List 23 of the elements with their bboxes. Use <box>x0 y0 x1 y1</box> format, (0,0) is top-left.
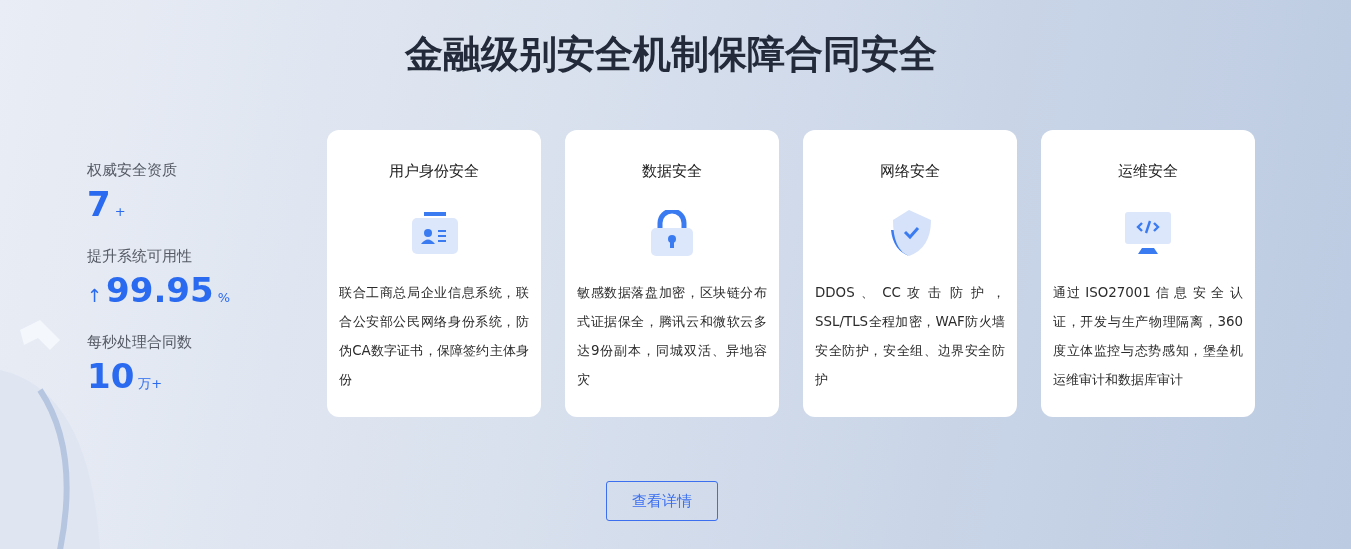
stat-value: 7 <box>87 184 111 224</box>
code-monitor-icon <box>1124 212 1172 254</box>
card-title: 数据安全 <box>641 161 703 182</box>
card-title: 网络安全 <box>879 161 941 182</box>
stat-label: 提升系统可用性 <box>87 246 193 266</box>
stat-unit: + <box>114 204 126 219</box>
card-description: 通过 ISO27001 信 息 安 全 认证，开发与生产物理隔离，360度立体监控与态势感知，堡垒机运维审计和数据库审计 <box>1053 284 1243 389</box>
card-title: 用户身份安全 <box>388 161 480 182</box>
stat-label: 每秒处理合同数 <box>87 332 193 352</box>
view-details-button[interactable]: 查看详情 <box>605 481 718 521</box>
padlock-icon <box>649 210 695 256</box>
stat-label: 权威安全资质 <box>87 160 178 180</box>
card-title: 运维安全 <box>1117 161 1179 182</box>
card-description: 敏感数据落盘加密，区块链分布式证据保全，腾讯云和微软云多达9份副本，同城双活、异地容灾 <box>577 284 767 389</box>
page-title: 金融级别安全机制保障合同安全 <box>403 31 938 78</box>
stat-value: 10 <box>87 356 135 396</box>
card-description: 联合工商总局企业信息系统，联合公安部公民网络身份系统，防伪CA数字证书，保障签约主体身份 <box>339 284 529 389</box>
id-card-icon <box>410 212 458 254</box>
stat-unit: 万+ <box>138 375 163 393</box>
card-description: DDOS 、 CC 攻 击 防 护 ，SSL/TLS全程加密，WAF防火墙安全防护，安全组、边界安全防护 <box>815 284 1005 389</box>
arrow-glyph: ↑ <box>87 285 103 306</box>
stat-unit: % <box>217 290 230 305</box>
stat-value: 99.95 <box>106 270 214 310</box>
